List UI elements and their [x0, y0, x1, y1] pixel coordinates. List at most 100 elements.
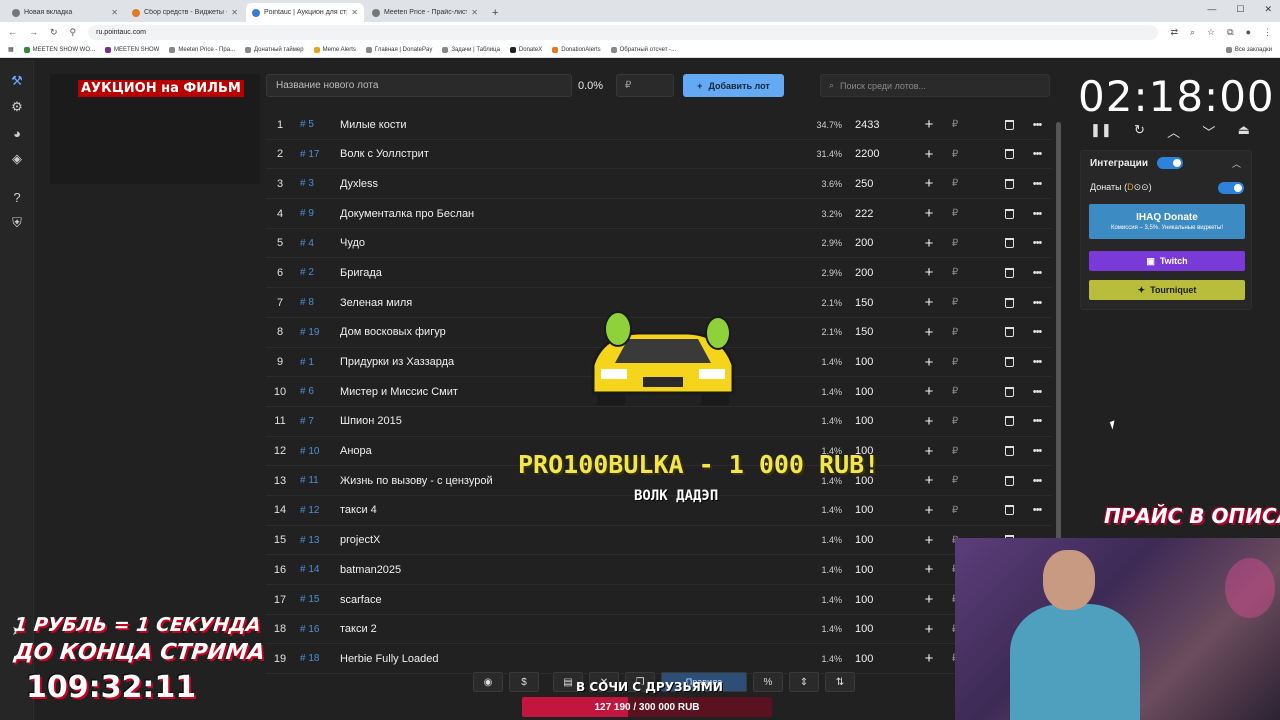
lot-row[interactable]: 17# 15scarface1.4%100+₽••• — [266, 585, 1052, 615]
bookmark[interactable]: Meme Alerts — [313, 46, 356, 53]
trash-icon[interactable] — [1002, 199, 1016, 228]
twitch-button[interactable]: ▣ Twitch — [1089, 251, 1245, 271]
lot-number[interactable]: # 2 — [300, 258, 332, 287]
lot-row[interactable]: 6 # 2 Бригада 2.9% 200 + ₽ ••• — [266, 258, 1052, 289]
percent-icon[interactable]: % — [753, 672, 783, 692]
back-icon[interactable]: ← — [8, 27, 17, 37]
lot-row[interactable]: 19# 18Herbie Fully Loaded1.4%100+₽••• — [266, 644, 1052, 675]
lot-amount[interactable]: 150 — [855, 288, 895, 317]
lot-amount[interactable]: 150 — [855, 318, 895, 347]
trash-icon[interactable] — [1002, 318, 1016, 347]
lot-row[interactable]: 4 # 9 Документалка про Беслан 3.2% 222 + ₽ ••• — [266, 199, 1052, 229]
bookmark[interactable]: Главная | DonatePay — [365, 46, 432, 53]
integrations-toggle[interactable] — [1157, 157, 1183, 169]
apps-icon[interactable]: ▦ — [8, 46, 14, 53]
trash-icon[interactable] — [1002, 496, 1016, 525]
more-options-icon[interactable]: ••• — [1030, 288, 1044, 317]
lot-number[interactable]: # 16 — [300, 615, 332, 644]
lot-amount[interactable]: 100 — [855, 644, 895, 673]
search-icon[interactable]: ⌕ — [1190, 27, 1195, 38]
lot-number[interactable]: # 17 — [300, 140, 332, 169]
bookmark[interactable]: Донатный таймер — [245, 46, 304, 53]
new-tab-button[interactable]: + — [486, 7, 504, 22]
add-amount-button[interactable]: + — [922, 110, 936, 139]
add-lot-button[interactable]: + Добавить лот — [683, 74, 784, 97]
trash-icon[interactable] — [1002, 140, 1016, 169]
maximize-icon[interactable]: ☐ — [1236, 4, 1244, 15]
bookmark[interactable]: MEETEN SHOW WO... — [23, 46, 95, 53]
lot-name[interactable]: Бригада — [340, 258, 640, 287]
browser-tab[interactable]: Сбор средств - Виджеты - Do ✕ — [126, 3, 244, 22]
lot-name[interactable]: Волк с Уоллстрит — [340, 140, 640, 169]
lot-name[interactable]: Документалка про Беслан — [340, 199, 640, 228]
add-amount-button[interactable]: + — [922, 199, 936, 228]
all-bookmarks[interactable]: Все закладки — [1225, 46, 1280, 53]
bookmark[interactable]: Meeten Price - Пра... — [169, 46, 235, 53]
trash-icon[interactable] — [1002, 348, 1016, 377]
more-options-icon[interactable]: ••• — [1030, 407, 1044, 436]
lot-number[interactable]: # 13 — [300, 526, 332, 555]
add-amount-button[interactable]: + — [922, 229, 936, 258]
wheel-icon[interactable]: ◕ — [8, 124, 26, 142]
lot-number[interactable]: # 4 — [300, 229, 332, 258]
lot-amount[interactable]: 100 — [855, 585, 895, 614]
close-tab-icon[interactable]: ✕ — [111, 8, 118, 17]
trash-icon[interactable] — [1002, 288, 1016, 317]
lot-name[interactable]: projectX — [340, 526, 640, 555]
lot-number[interactable]: # 1 — [300, 348, 332, 377]
lot-amount[interactable]: 100 — [855, 615, 895, 644]
add-amount-button[interactable]: + — [922, 348, 936, 377]
lot-number[interactable]: # 18 — [300, 644, 332, 673]
bookmark[interactable]: MEETEN SHOW — [105, 46, 159, 53]
lot-amount[interactable]: 200 — [855, 258, 895, 287]
lot-row[interactable]: 5 # 4 Чудо 2.9% 200 + ₽ ••• — [266, 229, 1052, 259]
split-icon[interactable]: ⇕ — [789, 672, 819, 692]
donates-toggle[interactable] — [1218, 182, 1244, 194]
trash-icon[interactable] — [1002, 258, 1016, 287]
trash-icon[interactable] — [1002, 229, 1016, 258]
translate-icon[interactable]: ⇄ — [1170, 27, 1178, 38]
more-options-icon[interactable]: ••• — [1030, 258, 1044, 287]
lot-name[interactable]: batman2025 — [340, 555, 640, 584]
profile-avatar[interactable]: ● — [1246, 27, 1251, 38]
more-options-icon[interactable]: ••• — [1030, 169, 1044, 198]
tourniquet-button[interactable]: ✦ Tourniquet — [1089, 280, 1245, 300]
lot-row[interactable]: 1 # 5 Милые кости 34.7% 2433 + ₽ ••• — [266, 110, 1052, 140]
dollar-icon[interactable]: $ — [509, 672, 539, 692]
more-options-icon[interactable]: ••• — [1030, 229, 1044, 258]
trash-icon[interactable] — [1002, 169, 1016, 198]
add-amount-button[interactable]: + — [922, 140, 936, 169]
lot-row[interactable]: 3 # 3 Дyxless 3.6% 250 + ₽ ••• — [266, 169, 1052, 200]
reset-icon[interactable]: ↻ — [1134, 122, 1145, 141]
add-amount-button[interactable]: + — [922, 585, 936, 614]
lot-amount[interactable]: 200 — [855, 229, 895, 258]
add-amount-button[interactable]: + — [922, 377, 936, 406]
site-info-icon[interactable]: ⚲ — [70, 27, 77, 38]
more-options-icon[interactable]: ••• — [1030, 110, 1044, 139]
pause-icon[interactable]: ❚❚ — [1090, 122, 1112, 141]
lot-name[interactable]: Милые кости — [340, 110, 640, 139]
sort-icon[interactable]: ⇅ — [825, 672, 855, 692]
lot-number[interactable]: # 15 — [300, 585, 332, 614]
github-icon[interactable]: ◉ — [473, 672, 503, 692]
lot-amount[interactable]: 2433 — [855, 110, 895, 139]
close-tab-icon[interactable]: ✕ — [471, 8, 478, 17]
star-icon[interactable]: ☆ — [1207, 27, 1215, 38]
more-options-icon[interactable]: ••• — [1030, 348, 1044, 377]
add-amount-button[interactable]: + — [922, 169, 936, 198]
chevron-up-icon[interactable]: ︿ — [1167, 122, 1180, 141]
more-options-icon[interactable]: ••• — [1030, 318, 1044, 347]
more-options-icon[interactable]: ••• — [1030, 437, 1044, 466]
add-amount-button[interactable]: + — [922, 318, 936, 347]
url-field[interactable]: ru.pointauc.com — [88, 24, 1159, 40]
lot-name[interactable]: Дyxless — [340, 169, 640, 198]
minimize-icon[interactable]: — — [1207, 4, 1216, 15]
add-amount-button[interactable]: + — [922, 466, 936, 495]
browser-tab[interactable]: Новая вкладка ✕ — [6, 3, 124, 22]
lot-amount[interactable]: 2200 — [855, 140, 895, 169]
collapse-icon[interactable]: ︿ — [1232, 157, 1241, 170]
settings-icon[interactable]: ⚙ — [8, 98, 26, 116]
add-amount-button[interactable]: + — [922, 555, 936, 584]
add-amount-button[interactable]: + — [922, 258, 936, 287]
eject-icon[interactable]: ⏏ — [1238, 122, 1250, 141]
